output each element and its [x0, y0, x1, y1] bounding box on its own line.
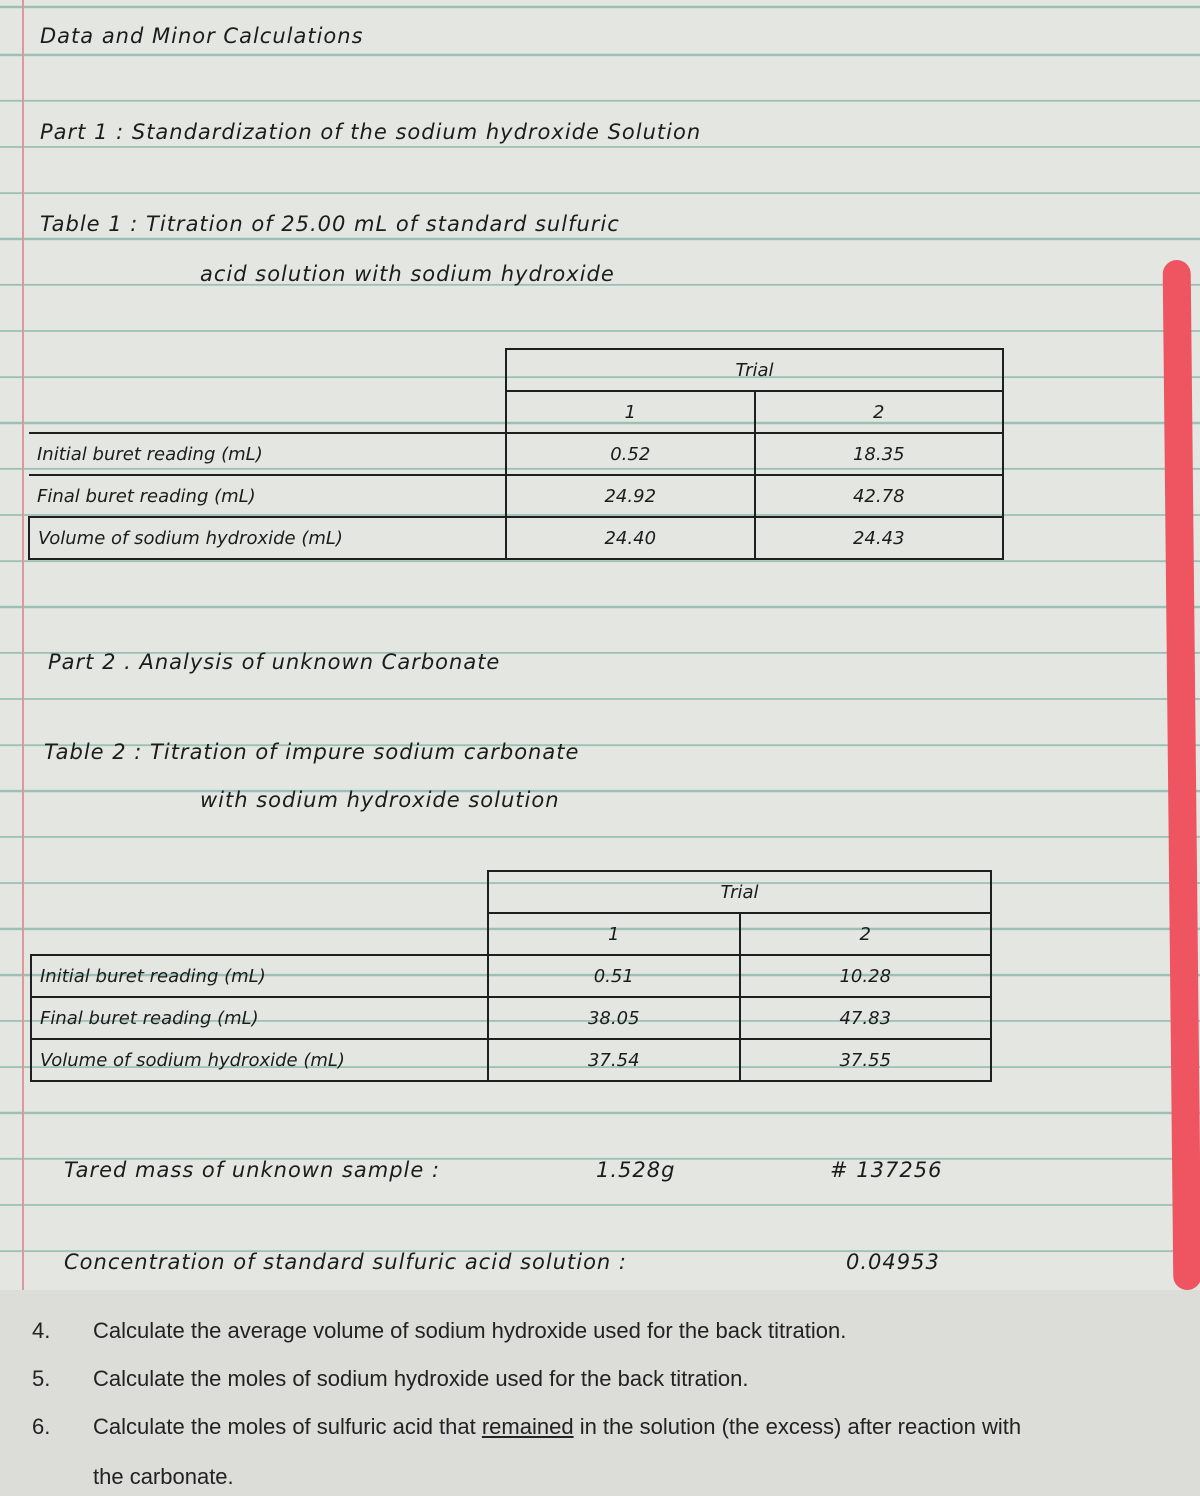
- cell-value: 0.51: [487, 954, 741, 998]
- row-label: Initial buret reading (mL): [29, 432, 507, 476]
- question-text: the carbonate.: [93, 1464, 234, 1489]
- table2-caption-line2: with sodium hydroxide solution: [200, 788, 560, 812]
- row-label: Initial buret reading (mL): [30, 954, 489, 998]
- table-row: Final buret reading (mL) 38.05 47.83: [30, 996, 992, 1040]
- question-text: Calculate the average volume of sodium h…: [93, 1318, 847, 1343]
- table2-caption-line1: Table 2 : Titration of impure sodium car…: [44, 740, 580, 764]
- question-text-after: in the solution (the excess) after react…: [573, 1414, 1022, 1439]
- question-text: Calculate the moles of sulfuric acid tha…: [93, 1414, 1021, 1440]
- cell-value: 0.52: [505, 432, 756, 476]
- table-row: Volume of sodium hydroxide (mL) 37.54 37…: [30, 1038, 992, 1082]
- tared-mass-value: 1.528g: [596, 1158, 676, 1182]
- question-number: 6.: [32, 1414, 51, 1439]
- table2-trial-2-header: 2: [738, 912, 992, 956]
- question-number: 4.: [32, 1318, 51, 1343]
- table2-blank-cell: [31, 871, 489, 913]
- red-highlight-mark: [1162, 259, 1200, 1291]
- page-title: Data and Minor Calculations: [40, 24, 364, 48]
- table1-trial-1-header: 1: [505, 390, 756, 434]
- table-row: Final buret reading (mL) 24.92 42.78: [29, 474, 1004, 518]
- cell-value: 42.78: [753, 474, 1004, 518]
- table-row: Initial buret reading (mL) 0.52 18.35: [29, 432, 1004, 476]
- part2-heading: Part 2 . Analysis of unknown Carbonate: [48, 650, 501, 674]
- notebook-page: Data and Minor Calculations Part 1 : Sta…: [0, 0, 1200, 1291]
- row-label: Final buret reading (mL): [30, 996, 489, 1040]
- cell-value: 24.92: [505, 474, 756, 518]
- table-row: Volume of sodium hydroxide (mL) 24.40 24…: [28, 516, 1004, 560]
- table1: Trial 1 2 Initial buret reading (mL) 0.5…: [28, 348, 1004, 560]
- sample-number: # 137256: [830, 1158, 943, 1182]
- row-label: Volume of sodium hydroxide (mL): [30, 1038, 489, 1082]
- table-row: Initial buret reading (mL) 0.51 10.28: [30, 954, 992, 998]
- cell-value: 38.05: [487, 996, 741, 1040]
- question-text: Calculate the moles of sodium hydroxide …: [93, 1366, 749, 1391]
- question-text-before: Calculate the moles of sulfuric acid tha…: [93, 1414, 482, 1439]
- cell-value: 24.43: [753, 516, 1004, 560]
- table2-trial-header: Trial: [487, 870, 992, 914]
- table1-blank-cell: [29, 349, 507, 391]
- tared-mass-label: Tared mass of unknown sample :: [64, 1158, 441, 1182]
- printed-questions: 4. Calculate the average volume of sodiu…: [0, 1290, 1200, 1496]
- concentration-label: Concentration of standard sulfuric acid …: [64, 1250, 627, 1274]
- table1-trial-header: Trial: [505, 348, 1004, 392]
- table1-trial-2-header: 2: [753, 390, 1004, 434]
- row-label: Final buret reading (mL): [29, 474, 507, 518]
- table2-trial-1-header: 1: [487, 912, 741, 956]
- cell-value: 24.40: [505, 516, 756, 560]
- row-label: Volume of sodium hydroxide (mL): [28, 516, 507, 560]
- table1-caption-line2: acid solution with sodium hydroxide: [200, 262, 615, 286]
- table1-blank-cell: [29, 391, 507, 434]
- table2-blank-cell: [31, 913, 489, 956]
- cell-value: 47.83: [738, 996, 992, 1040]
- cell-value: 10.28: [738, 954, 992, 998]
- question-number: 5.: [32, 1366, 51, 1391]
- part1-heading: Part 1 : Standardization of the sodium h…: [40, 120, 702, 144]
- cell-value: 18.35: [753, 432, 1004, 476]
- margin-line: [22, 0, 24, 1290]
- cell-value: 37.54: [487, 1038, 741, 1082]
- table1-caption-line1: Table 1 : Titration of 25.00 mL of stand…: [40, 212, 620, 236]
- cell-value: 37.55: [738, 1038, 992, 1082]
- underlined-word: remained: [481, 1414, 574, 1439]
- concentration-value: 0.04953: [846, 1250, 940, 1274]
- table2: Trial 1 2 Initial buret reading (mL) 0.5…: [30, 870, 992, 1082]
